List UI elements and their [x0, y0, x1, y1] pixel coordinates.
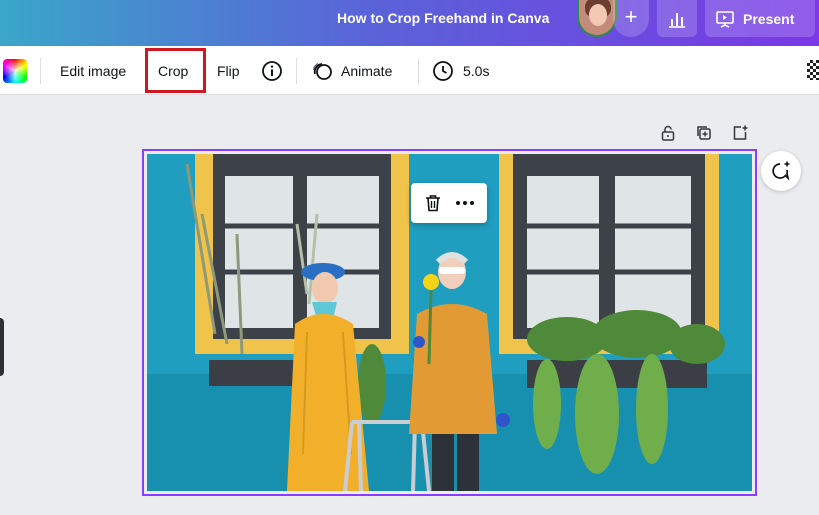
crop-highlight-box — [145, 48, 206, 93]
toolbar-divider — [296, 58, 297, 84]
flip-button[interactable]: Flip — [217, 46, 240, 95]
editor-header: How to Crop Freehand in Canva + Present — [0, 0, 819, 46]
toolbar-divider — [418, 58, 419, 84]
clock-icon — [433, 60, 453, 81]
more-options-button[interactable] — [454, 193, 476, 213]
color-picker-icon[interactable] — [3, 59, 27, 83]
add-collaborator-button[interactable]: + — [613, 0, 649, 37]
flip-label: Flip — [217, 62, 240, 79]
page-tools — [657, 122, 751, 144]
user-avatar[interactable] — [577, 0, 617, 37]
context-toolbar: Edit image Crop Flip Animate 5.0s — [0, 46, 819, 95]
document-title[interactable]: How to Crop Freehand in Canva — [337, 0, 549, 37]
info-icon — [262, 60, 282, 81]
side-panel-handle[interactable] — [0, 318, 4, 376]
animate-label: Animate — [341, 62, 393, 79]
duplicate-icon — [697, 126, 711, 140]
more-icon — [455, 201, 474, 205]
trash-icon — [425, 195, 440, 212]
add-page-button[interactable] — [729, 122, 751, 144]
edit-image-button[interactable]: Edit image — [60, 46, 126, 95]
present-label: Present — [743, 10, 795, 27]
toolbar-divider — [40, 58, 41, 84]
add-comment-button[interactable] — [761, 151, 801, 191]
present-screen-icon — [716, 10, 734, 28]
plus-icon: + — [624, 4, 638, 29]
element-floating-menu — [411, 183, 487, 223]
add-page-icon — [733, 125, 748, 140]
edit-image-label: Edit image — [60, 62, 127, 79]
animate-button[interactable]: Animate — [311, 46, 392, 95]
duration-label: 5.0s — [463, 62, 490, 79]
transparency-icon[interactable] — [807, 60, 819, 80]
info-button[interactable] — [261, 46, 283, 95]
duration-button[interactable]: 5.0s — [432, 46, 489, 95]
duplicate-page-button[interactable] — [693, 122, 715, 144]
insights-button[interactable] — [657, 0, 697, 37]
lock-button[interactable] — [657, 122, 679, 144]
bar-chart-icon — [669, 12, 685, 28]
delete-button[interactable] — [423, 193, 443, 213]
animate-icon — [312, 62, 332, 80]
present-button[interactable]: Present — [705, 0, 815, 37]
lock-icon — [661, 125, 675, 141]
add-comment-icon — [772, 161, 790, 181]
